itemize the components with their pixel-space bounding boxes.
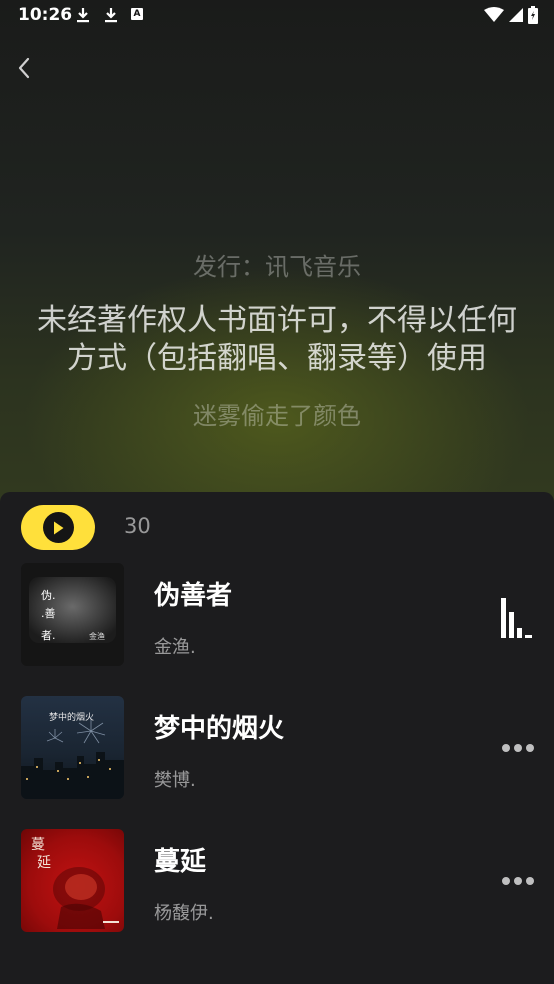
dot <box>526 744 534 752</box>
now-playing-hero: 10:26 A 发行：讯飞音乐 未经著作权人书面许可，不得以任何方式（包括翻唱、… <box>0 0 554 510</box>
cover-text: 者. <box>41 629 56 642</box>
download-icon <box>77 8 89 23</box>
cover-text: 梦中的烟火 <box>49 711 94 723</box>
status-time: 10:26 <box>18 5 73 25</box>
status-bar: 10:26 A <box>0 0 554 30</box>
song-title: 梦中的烟火 <box>154 714 285 744</box>
song-count: 30 <box>124 514 151 538</box>
cover-text: 伪. <box>41 589 56 602</box>
dot <box>502 744 510 752</box>
album-cover: 梦中的烟火 <box>21 696 124 799</box>
lyric-line: 发行：讯飞音乐 <box>193 253 361 281</box>
download-icon <box>105 8 117 23</box>
more-options-button[interactable] <box>502 869 534 893</box>
song-row[interactable]: 梦中的烟火 梦中的烟火 樊博. <box>0 696 554 800</box>
play-all-button[interactable] <box>21 505 95 550</box>
song-title: 蔓延 <box>154 847 207 877</box>
song-artist: 樊博. <box>154 770 196 791</box>
battery-icon <box>528 6 538 24</box>
album-cover: 蔓 延 <box>21 829 124 932</box>
dot <box>514 877 522 885</box>
now-playing-bars-icon <box>501 598 532 638</box>
cover-text: 金渔 <box>89 631 105 641</box>
dot <box>514 744 522 752</box>
song-row[interactable]: 蔓 延 蔓延 杨馥伊. <box>0 829 554 933</box>
song-artist: 杨馥伊. <box>154 903 214 924</box>
chevron-left-icon <box>18 57 30 79</box>
system-icons <box>484 6 538 24</box>
cover-text: 蔓 <box>31 837 45 853</box>
lyric-line: 迷雾偷走了颜色 <box>193 402 361 430</box>
song-row[interactable]: 伪. .善 者. 金渔 伪善者 金渔. <box>0 563 554 667</box>
back-button[interactable] <box>10 52 38 84</box>
lyric-line-current: 未经著作权人书面许可，不得以任何方式（包括翻唱、翻录等）使用 <box>37 303 517 376</box>
song-title: 伪善者 <box>154 581 233 611</box>
dot <box>502 877 510 885</box>
signal-icon <box>509 8 523 22</box>
more-options-button[interactable] <box>502 736 534 760</box>
a-icon: A <box>131 8 143 20</box>
cover-text: 延 <box>37 855 51 871</box>
playlist-panel: 30 伪. .善 者. 金渔 伪善者 金渔. 梦中的烟火 梦中的烟火 樊博. 蔓… <box>0 492 554 984</box>
play-icon <box>42 512 74 543</box>
dot <box>526 877 534 885</box>
cover-text: .善 <box>41 606 56 620</box>
song-artist: 金渔. <box>154 637 196 658</box>
album-cover: 伪. .善 者. 金渔 <box>21 563 124 666</box>
wifi-icon <box>484 7 504 22</box>
